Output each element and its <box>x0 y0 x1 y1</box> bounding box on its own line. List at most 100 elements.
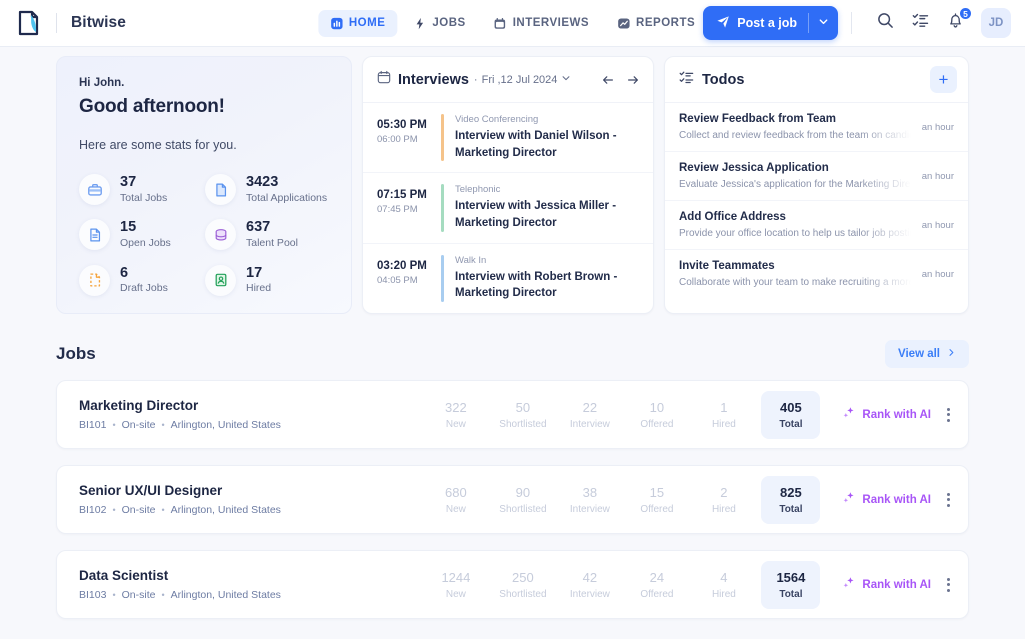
metric-label: Hired <box>711 588 736 600</box>
document-brush-logo <box>16 9 42 37</box>
interviews-date-selector[interactable]: · Fri ,12 Jul 2024 <box>474 73 572 86</box>
interview-end-time: 07:45 PM <box>377 204 418 216</box>
todo-description: Evaluate Jessica's application for the M… <box>679 179 911 190</box>
interview-body: Telephonic Interview with Jessica Miller… <box>455 184 641 231</box>
bolt-icon <box>413 17 426 30</box>
stats-grid: 37 Total Jobs 3423 Total Applications 15… <box>79 174 331 296</box>
metric-label: Shortlisted <box>499 418 547 430</box>
rank-with-ai-button[interactable]: Rank with AI <box>842 491 931 508</box>
job-row[interactable]: Marketing Director BI101 • On-site • Arl… <box>56 380 969 450</box>
metric-value: 825 <box>780 484 802 500</box>
job-code: BI102 <box>79 504 107 517</box>
metric-new: 680 New <box>422 485 489 515</box>
todo-item[interactable]: Review Feedback from Team Collect and re… <box>665 103 968 152</box>
metric-value: 1564 <box>776 569 806 585</box>
stat-open-jobs: 15 Open Jobs <box>79 219 205 251</box>
stat-value: 17 <box>246 264 263 281</box>
stat-total-jobs: 37 Total Jobs <box>79 174 205 206</box>
search-icon <box>877 12 894 34</box>
todo-item[interactable]: Add Office Address Provide your office l… <box>665 201 968 250</box>
todo-item[interactable]: Invite Teammates Collaborate with your t… <box>665 250 968 298</box>
metric-value: 2 <box>720 484 728 500</box>
interview-kind: Walk In <box>455 254 487 266</box>
greeting-subtitle: Here are some stats for you. <box>79 138 237 152</box>
more-vertical-icon[interactable] <box>947 492 950 507</box>
rank-with-ai-button[interactable]: Rank with AI <box>842 576 931 593</box>
metric-value: 15 <box>649 484 665 500</box>
rank-with-ai-label: Rank with AI <box>862 408 931 421</box>
nav-item-reports[interactable]: REPORTS <box>605 10 707 37</box>
interviews-nav <box>601 73 640 87</box>
interviews-prev-button[interactable] <box>601 73 615 87</box>
post-a-job-main[interactable]: Post a job <box>703 15 808 32</box>
interview-kind: Telephonic <box>455 184 501 196</box>
stat-hired: 17 Hired <box>205 265 331 296</box>
metric-value: 1244 <box>441 569 471 585</box>
post-a-job-label: Post a job <box>737 16 797 30</box>
interview-times: 05:30 PM 06:00 PM <box>377 114 441 161</box>
metric-label: Interview <box>569 588 610 600</box>
draft-file-icon <box>79 264 110 296</box>
nav-item-jobs[interactable]: JOBS <box>401 10 477 37</box>
view-all-jobs-button[interactable]: View all <box>885 340 969 369</box>
meta-dot: • <box>112 590 116 601</box>
greeting-hi: Hi John. <box>79 77 125 89</box>
interview-end-time: 04:05 PM <box>377 274 418 286</box>
metric-label: New <box>445 503 466 515</box>
todo-time: an hour <box>916 220 954 231</box>
notifications-button[interactable]: 5 <box>940 6 973 38</box>
job-code: BI101 <box>79 419 107 432</box>
job-row[interactable]: Data Scientist BI103 • On-site • Arlingt… <box>56 550 969 620</box>
chart-icon <box>617 17 630 30</box>
metric-label: Offered <box>640 418 674 430</box>
todo-main: Review Jessica Application Evaluate Jess… <box>679 162 911 190</box>
tasks-button[interactable] <box>905 8 935 38</box>
stat-label: Hired <box>246 282 272 295</box>
sparkle-icon <box>842 491 856 508</box>
meta-dot: • <box>112 420 116 431</box>
add-todo-button[interactable]: + <box>930 66 957 93</box>
avatar[interactable]: JD <box>981 8 1011 38</box>
stat-label: Draft Jobs <box>120 282 168 295</box>
todo-description: Collaborate with your team to make recru… <box>679 277 911 288</box>
todo-time: an hour <box>916 269 954 280</box>
job-title: Data Scientist <box>79 568 169 584</box>
metric-new: 322 New <box>422 400 489 430</box>
interviews-next-button[interactable] <box>626 73 640 87</box>
header-actions: Post a job 5 JD <box>703 6 1011 40</box>
post-job-dropdown-toggle[interactable] <box>809 16 838 30</box>
job-info: Senior UX/UI Designer BI102 • On-site • … <box>79 483 379 516</box>
logo-area[interactable]: Bitwise <box>16 9 126 37</box>
interview-item[interactable]: 07:15 PM 07:45 PM Telephonic Interview w… <box>363 173 653 244</box>
todo-name: Review Jessica Application <box>679 162 829 174</box>
metric-label: Hired <box>711 418 736 430</box>
todo-item[interactable]: Review Jessica Application Evaluate Jess… <box>665 152 968 201</box>
metric-value: 10 <box>649 399 665 415</box>
job-location: Arlington, United States <box>170 504 281 517</box>
metric-interview: 38 Interview <box>556 485 623 515</box>
interview-item[interactable]: 03:20 PM 04:05 PM Walk In Interview with… <box>363 244 653 313</box>
stat-label: Total Jobs <box>120 191 168 204</box>
nav-item-interviews[interactable]: INTERVIEWS <box>482 10 601 37</box>
metric-hired: 1 Hired <box>690 400 757 430</box>
interview-item[interactable]: 05:30 PM 06:00 PM Video Conferencing Int… <box>363 103 653 174</box>
metric-value: 42 <box>582 569 598 585</box>
job-meta: BI102 • On-site • Arlington, United Stat… <box>79 504 379 516</box>
more-vertical-icon[interactable] <box>947 407 950 422</box>
todo-name: Review Feedback from Team <box>679 113 837 125</box>
post-a-job-button[interactable]: Post a job <box>703 6 838 40</box>
metric-total: 825 Total <box>761 475 821 524</box>
rank-with-ai-button[interactable]: Rank with AI <box>842 406 931 423</box>
stat-value: 6 <box>120 264 129 281</box>
more-vertical-icon[interactable] <box>947 577 950 592</box>
metric-interview: 22 Interview <box>556 400 623 430</box>
task-list-icon <box>912 12 929 34</box>
search-button[interactable] <box>870 8 900 38</box>
metric-shortlisted: 90 Shortlisted <box>489 485 556 515</box>
nav-item-home[interactable]: HOME <box>317 9 398 37</box>
view-all-label: View all <box>898 348 940 361</box>
metric-value: 50 <box>515 399 531 415</box>
job-row[interactable]: Senior UX/UI Designer BI102 • On-site • … <box>56 465 969 535</box>
interview-start-time: 03:20 PM <box>377 259 427 272</box>
stat-value: 37 <box>120 174 137 190</box>
